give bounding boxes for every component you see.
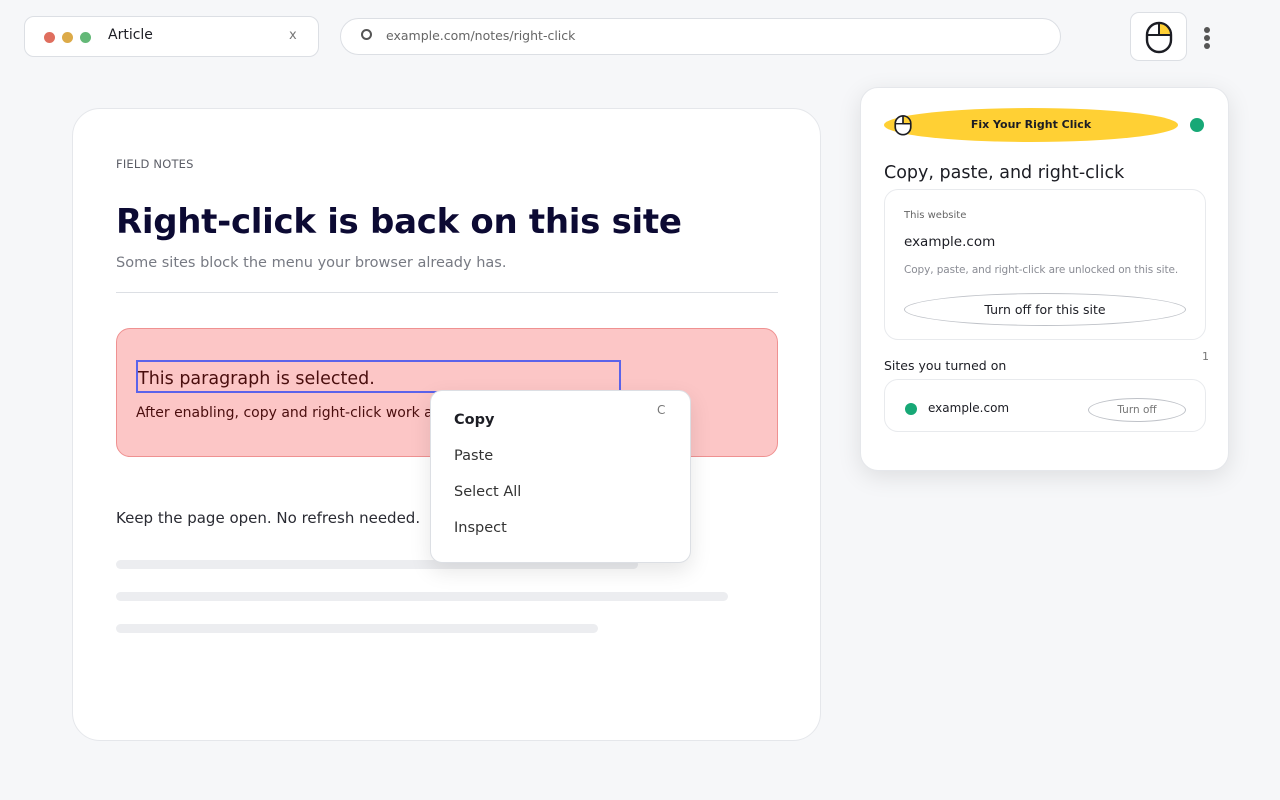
context-menu-item-paste[interactable]: Paste	[454, 448, 493, 464]
eyebrow: FIELD NOTES	[116, 157, 194, 171]
skeleton-line	[116, 592, 728, 601]
tab-title: Article	[108, 27, 153, 43]
turn-off-button[interactable]: Turn off	[1088, 398, 1186, 422]
address-url[interactable]: example.com/notes/right-click	[386, 28, 575, 43]
divider	[116, 292, 778, 293]
context-menu-item-copy[interactable]: Copy	[454, 412, 494, 428]
extension-button[interactable]	[1130, 12, 1187, 61]
current-site-card: This website example.com Copy, paste, an…	[884, 189, 1206, 340]
address-bar[interactable]: example.com/notes/right-click	[340, 18, 1061, 55]
site-status-note: Copy, paste, and right-click are unlocke…	[904, 264, 1179, 276]
extension-popup: Fix Your Right Click Copy, paste, and ri…	[860, 87, 1229, 471]
status-dot-icon	[1190, 118, 1204, 132]
site-row-domain: example.com	[928, 401, 1010, 415]
keep-open-text: Keep the page open. No refresh needed.	[116, 509, 421, 527]
globe-icon	[361, 29, 372, 40]
tab-close-button[interactable]: x	[289, 28, 297, 43]
popup-title: Copy, paste, and right-click	[884, 163, 1125, 183]
window-maximize-dot-icon[interactable]	[80, 32, 91, 43]
selection-highlight[interactable]: This paragraph is selected.	[136, 360, 621, 393]
context-menu: Copy C Paste Select All Inspect	[430, 390, 691, 563]
more-vertical-icon[interactable]	[1203, 27, 1211, 49]
site-domain: example.com	[904, 234, 996, 250]
sites-heading: Sites you turned on	[884, 358, 1007, 373]
window-minimize-dot-icon[interactable]	[62, 32, 73, 43]
site-label: This website	[904, 210, 967, 221]
page-title: Right-click is back on this site	[116, 202, 682, 242]
alert-body: After enabling, copy and right-click wor…	[136, 405, 468, 421]
browser-tab[interactable]: Article x	[24, 16, 319, 57]
mouse-icon	[1145, 21, 1173, 54]
sites-count: 1	[1202, 350, 1209, 363]
page-subtitle: Some sites block the menu your browser a…	[116, 255, 507, 271]
selected-paragraph[interactable]: This paragraph is selected.	[138, 369, 375, 389]
copy-shortcut: C	[657, 403, 666, 417]
turn-off-site-button[interactable]: Turn off for this site	[904, 293, 1186, 326]
window-close-dot-icon[interactable]	[44, 32, 55, 43]
list-item: example.com Turn off	[884, 379, 1206, 432]
brand-name: Fix Your Right Click	[970, 118, 1092, 131]
context-menu-item-inspect[interactable]: Inspect	[454, 520, 507, 536]
brand-header: Fix Your Right Click	[884, 108, 1178, 142]
context-menu-item-select-all[interactable]: Select All	[454, 484, 521, 500]
skeleton-line	[116, 624, 598, 633]
status-dot-icon	[905, 403, 917, 415]
